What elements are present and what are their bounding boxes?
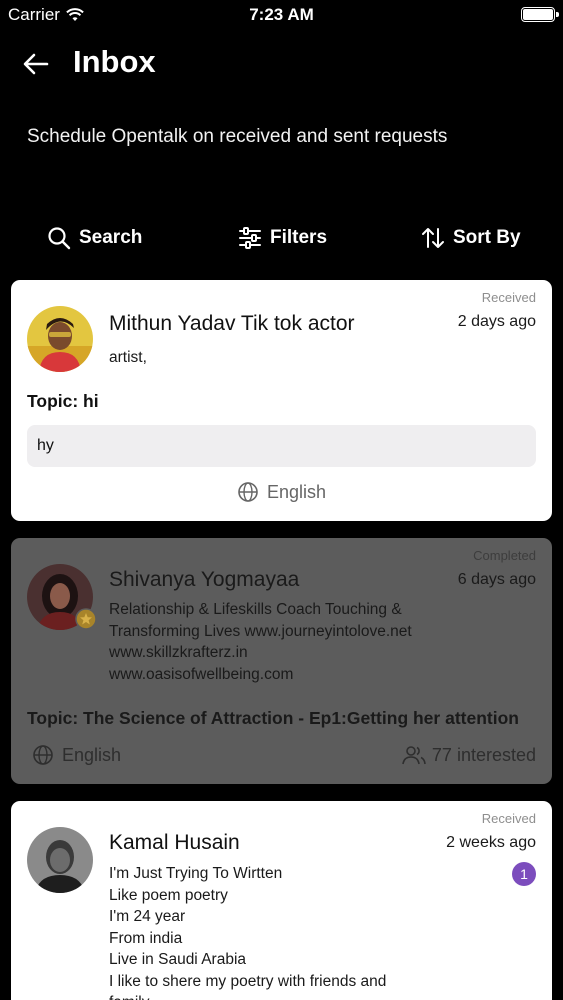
- avatar-photo: [27, 827, 93, 893]
- sort-button[interactable]: Sort By: [421, 222, 521, 254]
- bio-line: www.oasisofwellbeing.com: [109, 665, 294, 683]
- user-name: Shivanya Yogmayaa: [109, 568, 300, 591]
- request-card[interactable]: Mithun Yadav Tik tok actor Received 2 da…: [11, 280, 552, 521]
- globe-icon: [33, 745, 53, 765]
- bio-line: From india: [109, 929, 183, 947]
- bio-line: Like poem poetry: [109, 886, 228, 904]
- request-card[interactable]: Shivanya Yogmayaa Completed 6 days ago R…: [11, 538, 552, 784]
- battery-icon: [521, 7, 559, 22]
- bio-line: I'm 24 year: [109, 908, 186, 925]
- topic-label: Topic: hi: [27, 391, 99, 411]
- sort-label: Sort By: [453, 227, 521, 248]
- sort-arrows-icon: [422, 228, 444, 248]
- topic-label: Topic: The Science of Attraction - Ep1:G…: [27, 708, 519, 728]
- search-icon: [48, 227, 71, 250]
- time-label: 2 days ago: [457, 313, 536, 330]
- language-tag: English: [32, 744, 121, 766]
- language-label: English: [62, 744, 122, 765]
- user-bio: Relationship & Lifeskills Coach Touching…: [109, 599, 412, 685]
- filters-label: Filters: [270, 227, 328, 248]
- search-label: Search: [79, 227, 143, 248]
- language-label: English: [267, 481, 327, 502]
- bio-line: I'm Just Trying To Wirtten: [109, 865, 283, 882]
- user-bio: I'm Just Trying To Wirtten Like poem poe…: [109, 863, 386, 1000]
- back-arrow-icon: [23, 53, 49, 75]
- globe-icon: [238, 482, 258, 502]
- request-card[interactable]: Kamal Husain Received 2 weeks ago 1 I'm …: [11, 801, 552, 1000]
- back-button[interactable]: [18, 46, 54, 82]
- bio-line: I like to shere my poetry with friends a…: [109, 972, 387, 990]
- people-icon: [402, 746, 426, 765]
- page-subtitle: Schedule Opentalk on received and sent r…: [27, 126, 448, 147]
- interested-count: 77 interested: [402, 744, 536, 766]
- status-bar: Carrier 7:23 AM: [0, 0, 563, 30]
- time-label: 6 days ago: [457, 571, 536, 588]
- message-box: hy: [27, 425, 536, 467]
- status-label: Received: [481, 290, 536, 305]
- page-title: Inbox: [73, 44, 156, 79]
- user-name: Mithun Yadav Tik tok actor: [109, 312, 355, 335]
- avatar-photo: [27, 306, 93, 372]
- bio-line: Relationship & Lifeskills Coach Touching…: [109, 601, 402, 618]
- bio-line: Live in Saudi Arabia: [109, 951, 247, 968]
- star-badge-icon: [75, 608, 97, 630]
- avatar[interactable]: [27, 306, 93, 372]
- search-button[interactable]: Search: [47, 222, 142, 254]
- bio-line: family: [109, 992, 386, 1000]
- language-tag: English: [237, 481, 326, 503]
- status-label: Completed: [473, 548, 536, 563]
- unread-badge: 1: [512, 862, 536, 886]
- status-label: Received: [481, 811, 536, 826]
- user-name: Kamal Husain: [109, 831, 240, 854]
- interested-label: 77 interested: [431, 744, 536, 765]
- clock: 7:23 AM: [249, 5, 314, 24]
- bio-line: Transforming Lives www.journeyintolove.n…: [109, 622, 412, 640]
- bio-line: www.skillzkrafterz.in: [109, 644, 248, 661]
- filter-sliders-icon: [239, 227, 261, 249]
- time-label: 2 weeks ago: [446, 834, 536, 851]
- avatar[interactable]: [27, 827, 93, 893]
- filters-button[interactable]: Filters: [238, 222, 327, 254]
- user-bio: artist,: [109, 349, 147, 366]
